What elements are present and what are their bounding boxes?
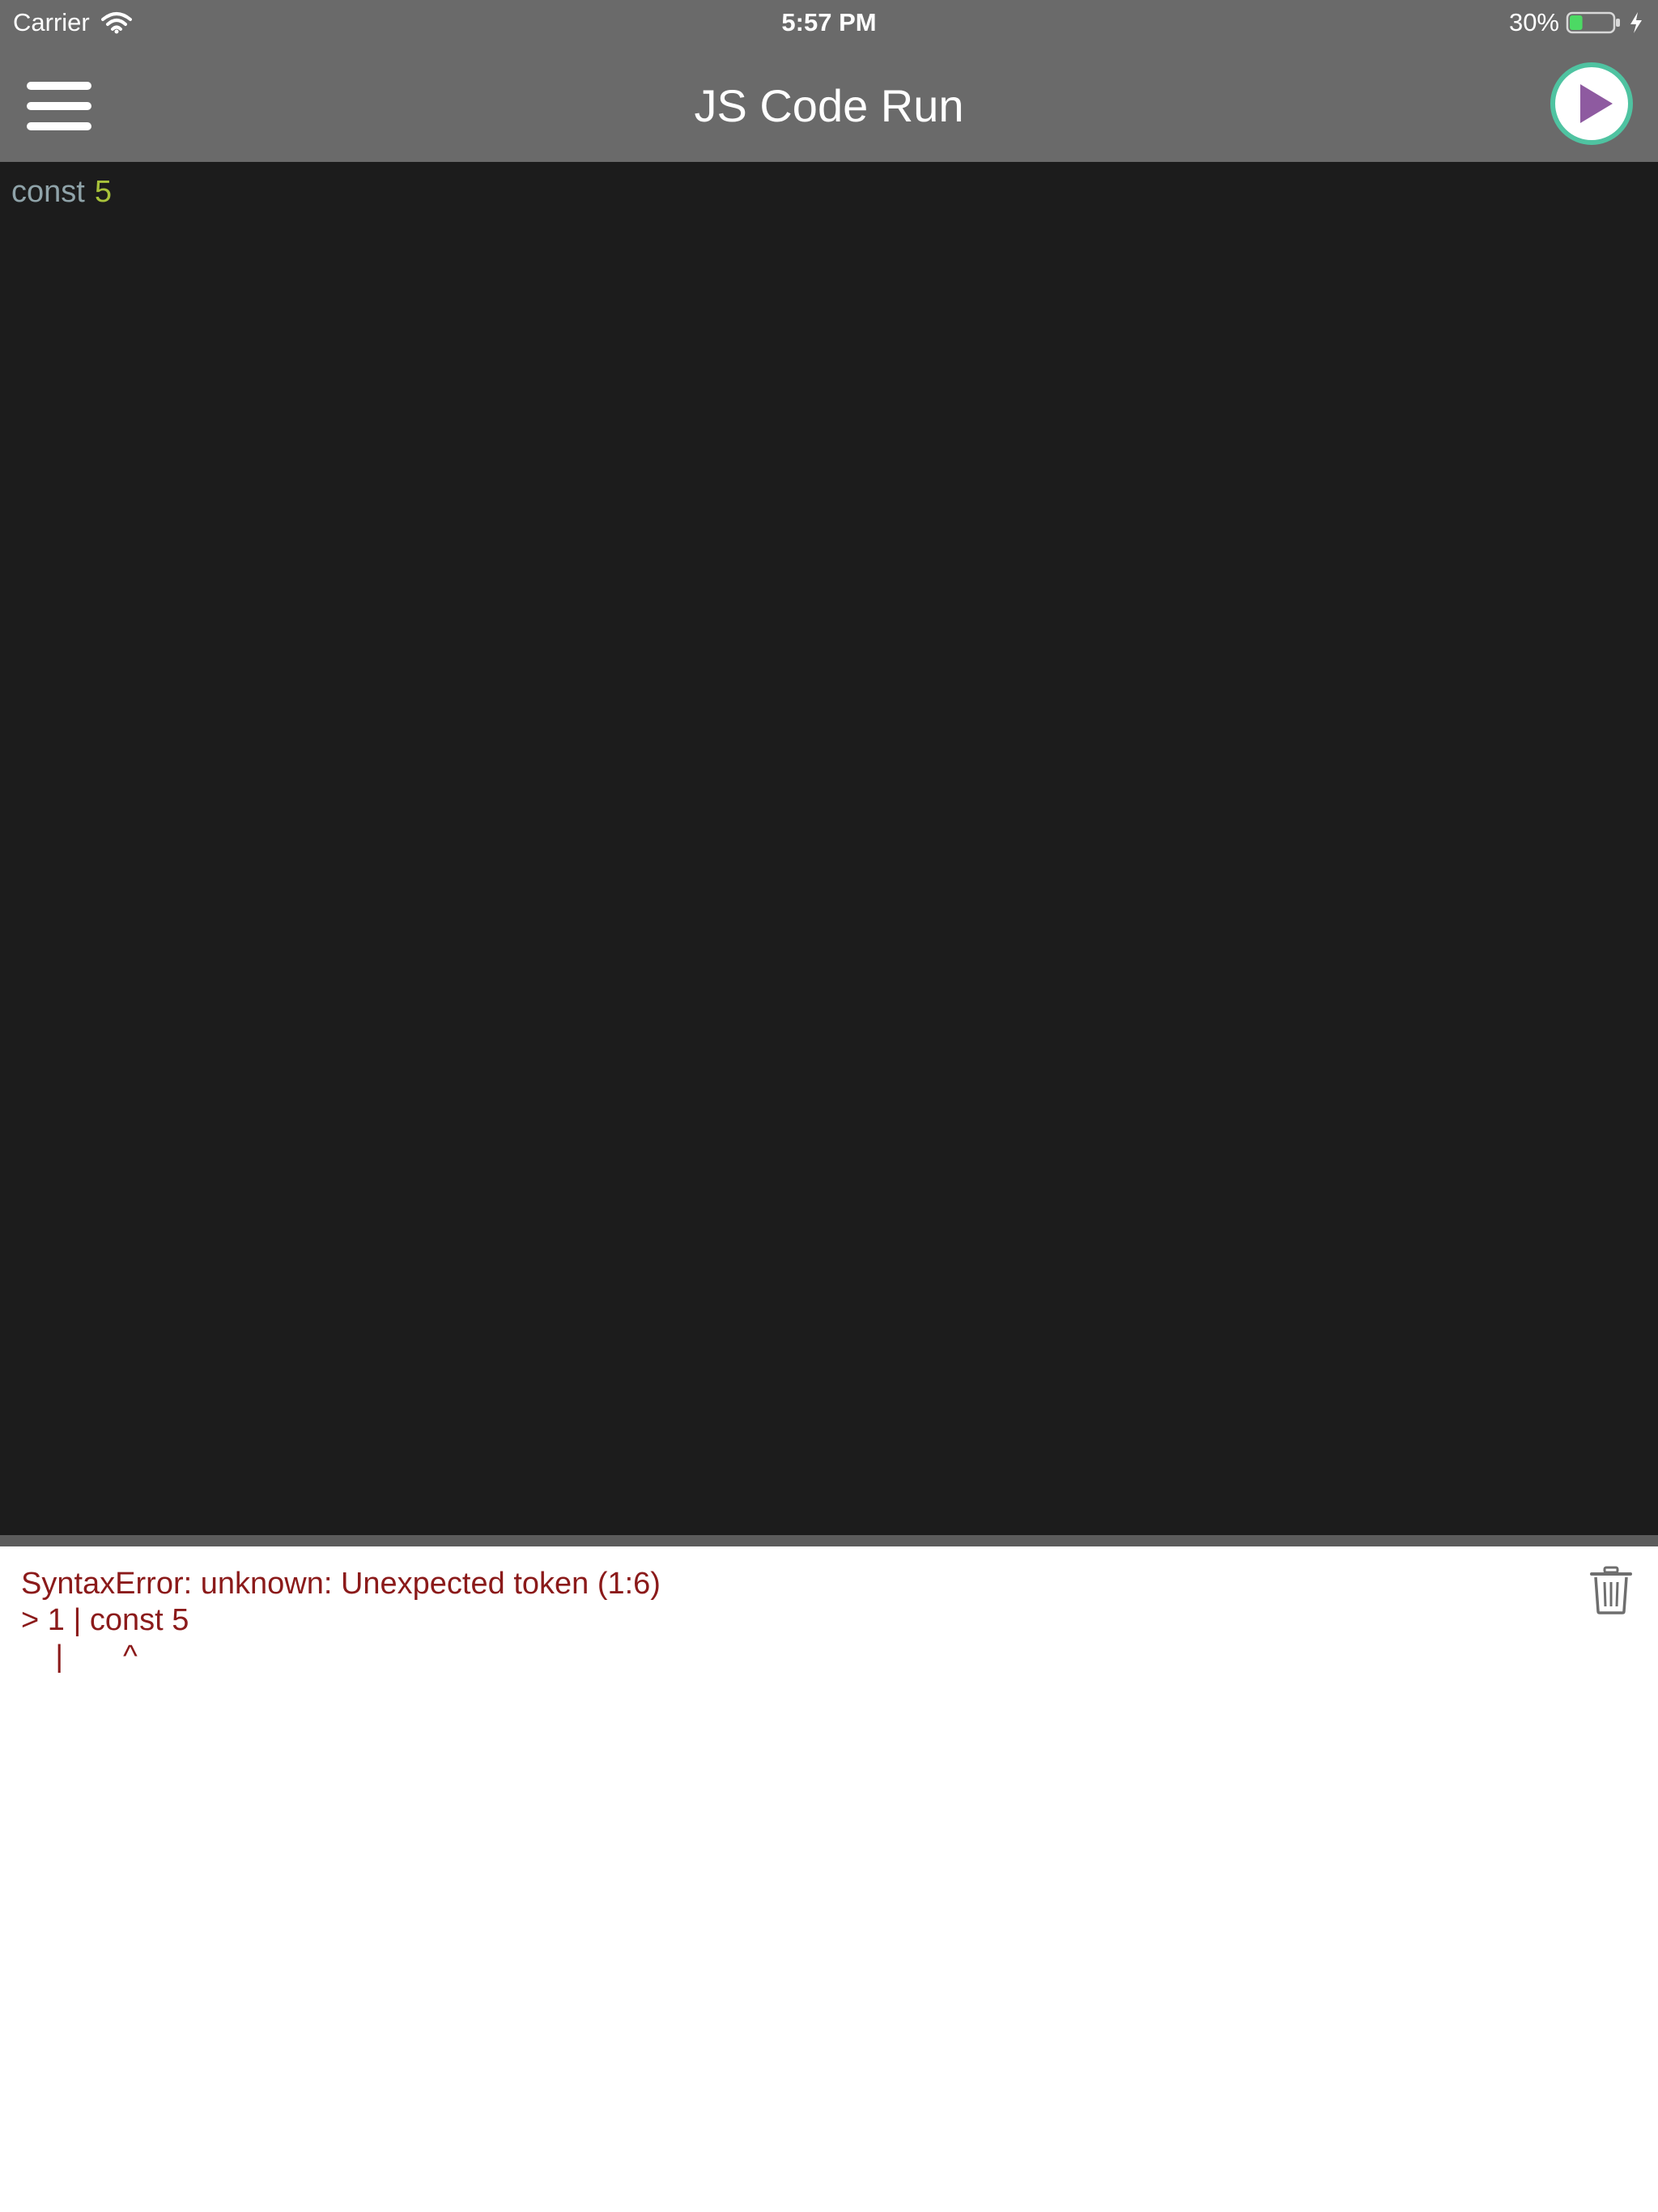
battery-percent: 30%	[1508, 8, 1559, 36]
charging-bolt-icon	[1630, 12, 1642, 33]
panel-divider[interactable]	[0, 1535, 1658, 1546]
status-bar: Carrier 5:57 PM 30%	[0, 0, 1658, 45]
clear-console-button[interactable]	[1588, 1566, 1634, 1614]
play-icon	[1550, 62, 1633, 145]
code-editor[interactable]: const 5	[0, 162, 1658, 1535]
console-error-line: SyntaxError: unknown: Unexpected token (…	[21, 1567, 661, 1601]
battery-indicator: 30%	[1509, 8, 1643, 37]
console-error-line: | ^	[21, 1640, 138, 1674]
code-token-keyword: const	[11, 175, 85, 209]
battery-icon	[1566, 11, 1620, 34]
page-title: JS Code Run	[694, 80, 964, 131]
code-token-number: 5	[94, 175, 112, 209]
trash-icon	[1590, 1566, 1632, 1614]
run-button[interactable]	[1550, 62, 1634, 146]
nav-bar: JS Code Run	[0, 45, 1658, 162]
console-output: SyntaxError: unknown: Unexpected token (…	[21, 1566, 661, 1675]
console-error-line: > 1 | const 5	[21, 1603, 189, 1637]
code-line: const 5	[11, 175, 112, 210]
console-panel: SyntaxError: unknown: Unexpected token (…	[0, 1546, 1658, 2212]
clock: 5:57 PM	[781, 8, 877, 36]
